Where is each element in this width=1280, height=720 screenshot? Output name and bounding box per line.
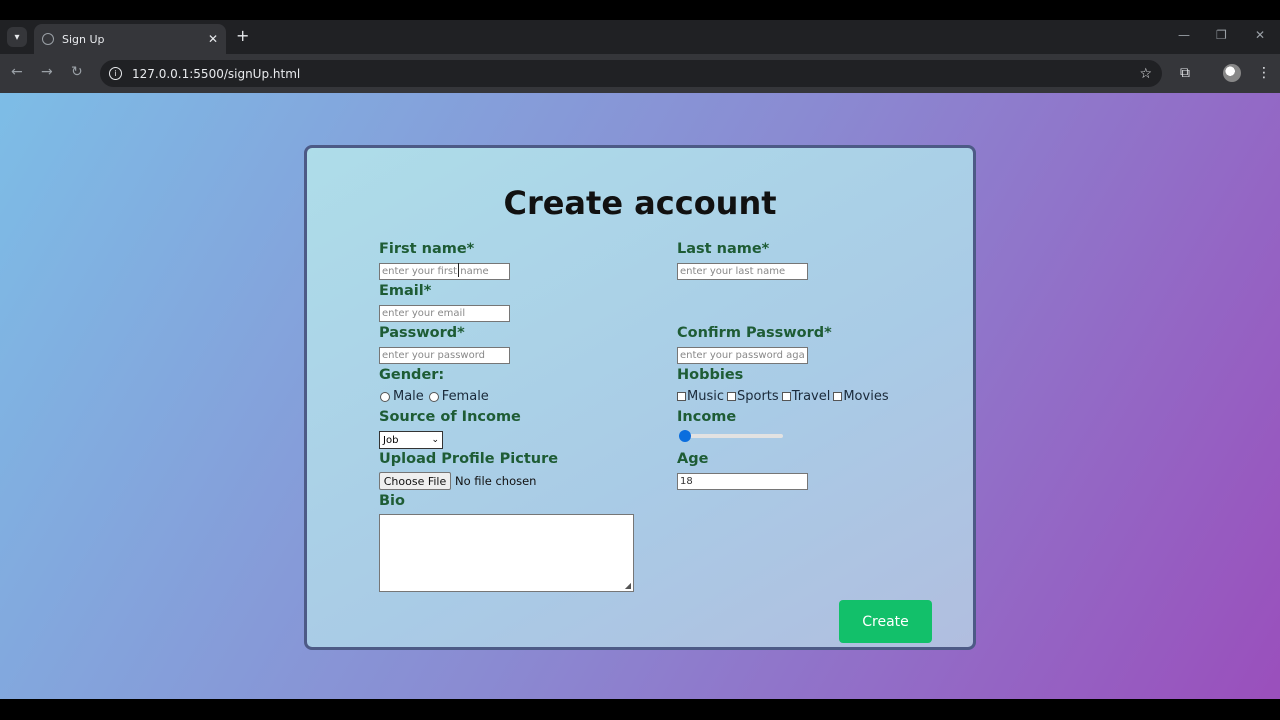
hobby-option-movies-label: Movies	[843, 389, 889, 404]
plus-icon[interactable]: +	[236, 26, 249, 45]
window-close-icon[interactable]: ✕	[1255, 28, 1265, 42]
hobby-option-music-label: Music	[687, 389, 724, 404]
file-status-text: No file chosen	[455, 474, 537, 488]
income-source-value: Job	[383, 434, 399, 446]
last-name-label: Last name*	[677, 241, 770, 257]
hobby-checkbox-sports[interactable]	[727, 392, 736, 401]
email-label: Email*	[379, 283, 432, 299]
chevron-down-icon: ⌄	[431, 435, 439, 445]
page-title: Create account	[503, 184, 777, 222]
signup-card: Create account First name* Last name* Em…	[304, 145, 976, 650]
page-viewport: Create account First name* Last name* Em…	[0, 93, 1280, 699]
last-name-input[interactable]	[677, 263, 808, 280]
star-icon[interactable]: ☆	[1139, 66, 1152, 82]
first-name-input[interactable]	[379, 263, 510, 280]
back-arrow-icon[interactable]: ←	[11, 64, 23, 80]
minimize-icon[interactable]: —	[1178, 28, 1190, 42]
confirm-password-label: Confirm Password*	[677, 325, 832, 341]
hobby-options: Music Sports Travel Movies	[677, 389, 889, 404]
text-cursor-icon	[458, 263, 459, 277]
email-input[interactable]	[379, 305, 510, 322]
bio-textarea[interactable]: ◢	[379, 514, 634, 592]
hobby-checkbox-movies[interactable]	[833, 392, 843, 401]
password-label: Password*	[379, 325, 465, 341]
reload-icon[interactable]: ↻	[71, 64, 83, 80]
hobby-option-travel-label: Travel	[791, 389, 831, 404]
gender-option-male-label: Male	[393, 389, 424, 404]
kebab-menu-icon[interactable]: ⋮	[1257, 65, 1271, 81]
screen-bottom-bar	[0, 699, 1280, 720]
hobby-checkbox-travel[interactable]	[781, 392, 791, 401]
income-slider-thumb[interactable]	[679, 430, 691, 442]
forward-arrow-icon[interactable]: →	[41, 64, 53, 80]
browser-toolbar: ← → ↻ i 127.0.0.1:5500/signUp.html ☆ ⧉ ⋮	[0, 54, 1280, 93]
income-source-select[interactable]: Job ⌄	[379, 431, 443, 449]
choose-file-button[interactable]: Choose File	[379, 472, 451, 490]
avatar[interactable]	[1223, 64, 1241, 82]
age-label: Age	[677, 451, 709, 467]
info-icon[interactable]: i	[109, 67, 122, 80]
globe-icon	[42, 33, 54, 45]
gender-options: Male Female	[379, 389, 489, 404]
resize-grip-icon[interactable]: ◢	[625, 581, 631, 590]
tab-sign-up[interactable]: Sign Up ✕	[34, 24, 226, 54]
create-button[interactable]: Create	[839, 600, 932, 643]
address-bar[interactable]: i 127.0.0.1:5500/signUp.html ☆	[100, 60, 1162, 87]
tab-title: Sign Up	[62, 32, 105, 46]
income-label: Income	[677, 409, 737, 425]
hobby-option-sports-label: Sports	[737, 389, 779, 404]
gender-option-female-label: Female	[441, 389, 489, 404]
age-input[interactable]	[677, 473, 808, 490]
password-input[interactable]	[379, 347, 510, 364]
income-slider-track[interactable]	[683, 434, 783, 438]
gender-radio-male[interactable]	[380, 391, 390, 402]
restore-icon[interactable]: ❐	[1216, 28, 1227, 42]
screen-top-bar	[0, 0, 1280, 20]
tab-search-chevron-icon[interactable]: ▾	[7, 27, 27, 47]
tab-strip: ▾ Sign Up ✕ + — ❐ ✕	[0, 20, 1280, 54]
url-text: 127.0.0.1:5500/signUp.html	[132, 66, 301, 81]
first-name-label: First name*	[379, 241, 475, 257]
extensions-icon[interactable]: ⧉	[1180, 65, 1190, 81]
confirm-password-input[interactable]	[677, 347, 808, 364]
hobbies-label: Hobbies	[677, 367, 744, 383]
income-source-label: Source of Income	[379, 409, 521, 425]
hobby-checkbox-music[interactable]	[677, 392, 686, 401]
upload-picture-label: Upload Profile Picture	[379, 451, 559, 467]
gender-radio-female[interactable]	[428, 391, 439, 402]
gender-label: Gender:	[379, 367, 445, 383]
bio-label: Bio	[379, 493, 405, 509]
close-icon[interactable]: ✕	[208, 32, 218, 46]
